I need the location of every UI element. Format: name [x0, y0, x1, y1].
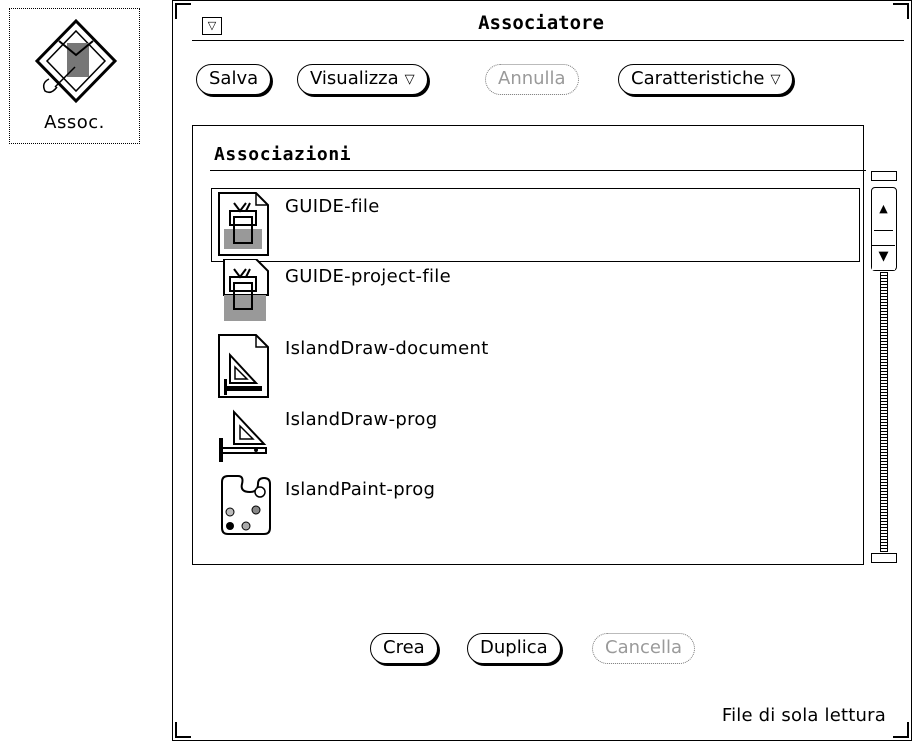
heading-rule — [210, 170, 866, 171]
scrollbar-top-cable-anchor[interactable] — [871, 171, 897, 181]
list-item-islanddraw-document[interactable]: IslandDraw-document — [212, 331, 862, 403]
scrollbar-bottom-cable-anchor[interactable] — [871, 553, 897, 563]
list-item-label: IslandPaint-prog — [285, 479, 436, 500]
paint-prog-icon — [221, 475, 271, 535]
list-item-label: GUIDE-file — [285, 196, 380, 217]
scroll-up-arrow-icon[interactable]: ▲ — [874, 194, 893, 224]
duplicate-button-label: Duplica — [480, 637, 548, 658]
list-item-guide-project-file[interactable]: GUIDE-project-file — [212, 259, 862, 331]
scrollbar-elevator[interactable]: ▲ ▼ — [871, 187, 897, 271]
title-divider — [192, 40, 904, 41]
window-title: Associatore — [478, 12, 604, 34]
undo-button[interactable]: Annulla — [485, 64, 579, 95]
status-message: File di sola lettura — [721, 705, 886, 726]
properties-menu-button[interactable]: Caratteristiche ▽ — [618, 64, 794, 95]
title-bar[interactable]: ▽ Associatore — [172, 0, 910, 40]
menu-arrow-icon: ▽ — [770, 72, 781, 87]
undo-button-label: Annulla — [498, 68, 566, 89]
delete-button-label: Cancella — [605, 637, 683, 658]
resize-corner-bottom-left[interactable] — [175, 722, 191, 738]
properties-menu-label: Caratteristiche — [631, 68, 765, 89]
binder-icon — [34, 18, 118, 104]
list-item-label: IslandDraw-prog — [285, 409, 438, 430]
desktop-icon-assoc[interactable]: Assoc. — [9, 8, 140, 144]
associatore-window: ▽ Associatore Salva Visualizza ▽ Annulla … — [172, 0, 912, 741]
view-menu-button[interactable]: Visualizza ▽ — [297, 64, 428, 95]
view-menu-label: Visualizza — [310, 68, 399, 89]
resize-corner-bottom-right[interactable] — [893, 722, 909, 738]
draw-prog-icon — [219, 409, 267, 462]
scroll-down-arrow-icon[interactable]: ▼ — [872, 245, 895, 270]
delete-button[interactable]: Cancella — [592, 633, 696, 664]
list-heading: Associazioni — [214, 144, 352, 165]
desktop-icon-caption: Assoc. — [44, 112, 105, 133]
save-button-label: Salva — [209, 68, 259, 89]
scrollbar-cable[interactable] — [880, 272, 888, 552]
list-item-label: GUIDE-project-file — [285, 266, 451, 287]
create-button-label: Crea — [383, 637, 425, 658]
list-item-islanddraw-prog[interactable]: IslandDraw-prog — [212, 402, 862, 474]
save-button[interactable]: Salva — [196, 64, 272, 95]
menu-arrow-icon: ▽ — [404, 72, 415, 87]
guide-project-icon — [223, 259, 269, 321]
create-button[interactable]: Crea — [370, 633, 438, 664]
guide-file-icon — [218, 192, 269, 256]
list-item-label: IslandDraw-document — [285, 338, 489, 359]
draw-document-icon — [218, 334, 269, 398]
duplicate-button[interactable]: Duplica — [467, 633, 561, 664]
list-item-islandpaint-prog[interactable]: IslandPaint-prog — [212, 472, 862, 544]
elevator-drag-area[interactable] — [874, 230, 893, 231]
list-item-guide-file[interactable]: GUIDE-file — [211, 188, 860, 262]
